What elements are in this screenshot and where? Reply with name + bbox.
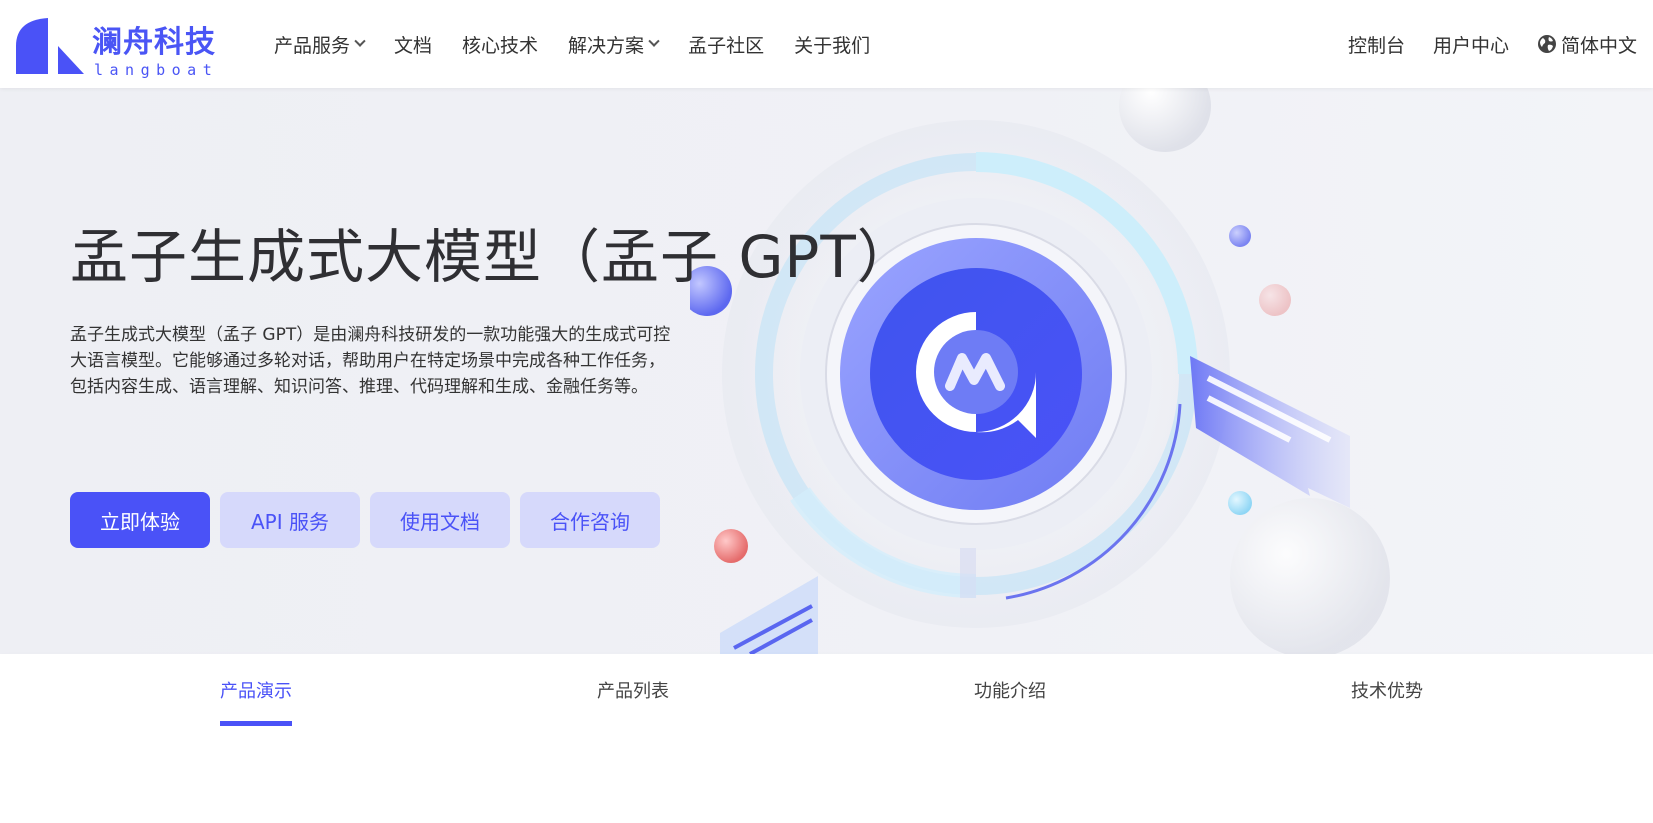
brand-name-cn: 澜舟科技 (92, 25, 216, 60)
nav-item-core-tech[interactable]: 核心技术 (462, 31, 538, 58)
tab-product-demo[interactable]: 产品演示 (220, 654, 292, 726)
site-header: 澜舟科技 langboat 产品服务 文档 核心技术 解决方案 孟子社区 关于我… (0, 0, 1653, 88)
console-link[interactable]: 控制台 (1348, 31, 1405, 58)
consult-button[interactable]: 合作咨询 (520, 492, 660, 548)
page-content-area (0, 726, 1653, 823)
sail-logo-icon (16, 18, 84, 74)
language-switcher[interactable]: 简体中文 (1537, 31, 1637, 58)
tab-tech-advantages[interactable]: 技术优势 (1351, 654, 1423, 726)
globe-icon (1537, 35, 1556, 53)
header-right-nav: 控制台 用户中心 简体中文 (1320, 0, 1637, 88)
hero-illustration (690, 88, 1390, 654)
nav-item-about[interactable]: 关于我们 (794, 31, 870, 58)
nav-item-community[interactable]: 孟子社区 (688, 31, 764, 58)
nav-item-label: 解决方案 (568, 34, 645, 57)
hero-title: 孟子生成式大模型（孟子 GPT） (70, 223, 916, 291)
api-service-button[interactable]: API 服务 (220, 492, 360, 548)
chevron-down-icon (648, 35, 660, 47)
nav-item-label: 文档 (394, 34, 433, 57)
brand-logo[interactable]: 澜舟科技 langboat (14, 14, 224, 78)
section-tabs: 产品演示 产品列表 功能介绍 技术优势 (0, 654, 1653, 726)
tab-product-list[interactable]: 产品列表 (597, 654, 669, 726)
hero-description-line: 包括内容生成、语言理解、知识问答、推理、代码理解和生成、金融任务等。 (70, 377, 648, 397)
try-now-button[interactable]: 立即体验 (70, 492, 210, 548)
nav-item-products[interactable]: 产品服务 (274, 31, 366, 58)
hero-section: 孟子生成式大模型（孟子 GPT） 孟子生成式大模型（孟子 GPT）是由澜舟科技研… (0, 88, 1653, 654)
chevron-down-icon (354, 35, 366, 47)
nav-item-solutions[interactable]: 解决方案 (568, 31, 660, 58)
brand-name-en: langboat (94, 61, 219, 79)
nav-item-label: 核心技术 (462, 34, 539, 57)
nav-item-label: 关于我们 (794, 34, 871, 57)
hero-description: 孟子生成式大模型（孟子 GPT）是由澜舟科技研发的一款功能强大的生成式可控 大语… (70, 322, 710, 400)
hero-description-line: 大语言模型。它能够通过多轮对话，帮助用户在特定场景中完成各种工作任务， (70, 351, 665, 371)
user-center-link[interactable]: 用户中心 (1433, 31, 1509, 58)
nav-item-docs[interactable]: 文档 (394, 31, 432, 58)
nav-item-label: 产品服务 (274, 34, 351, 57)
nav-item-label: 孟子社区 (688, 34, 765, 57)
language-label: 简体中文 (1560, 34, 1637, 57)
hero-buttons: 立即体验 API 服务 使用文档 合作咨询 (70, 492, 670, 548)
main-nav: 产品服务 文档 核心技术 解决方案 孟子社区 关于我们 (274, 0, 900, 88)
docs-button[interactable]: 使用文档 (370, 492, 510, 548)
hero-description-line: 孟子生成式大模型（孟子 GPT）是由澜舟科技研发的一款功能强大的生成式可控 (70, 325, 671, 345)
tab-features[interactable]: 功能介绍 (974, 654, 1046, 726)
